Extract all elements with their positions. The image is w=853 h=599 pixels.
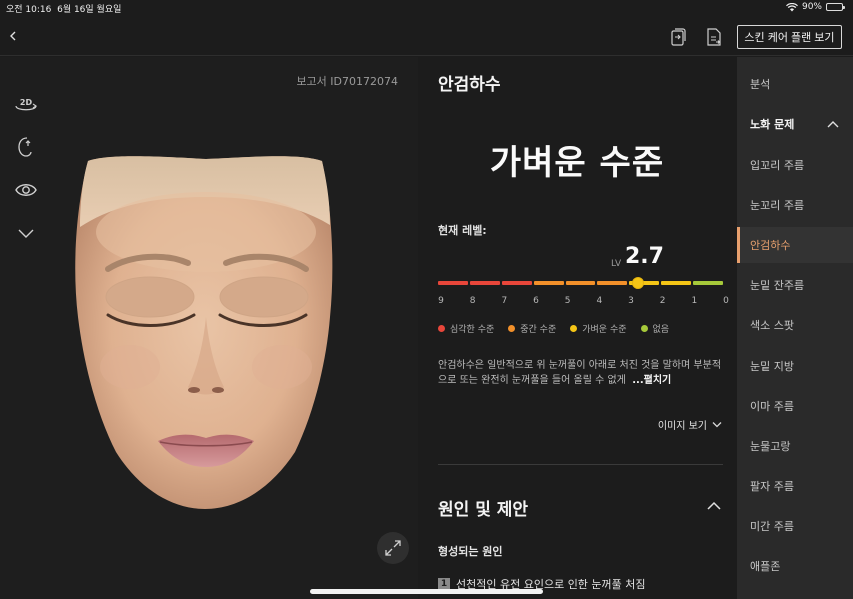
scale-tick: 7 <box>501 296 508 306</box>
current-level-label: 현재 레벨: <box>438 224 487 237</box>
legend-item: 중간 수준 <box>508 322 556 335</box>
back-chevron-icon[interactable] <box>5 26 21 46</box>
chevron-up-icon[interactable] <box>706 499 722 513</box>
legend-item: 없음 <box>640 322 670 335</box>
face-3d-model[interactable] <box>0 57 418 599</box>
scale-tick: 3 <box>628 296 634 306</box>
status-time: 오전 10:16 6월 16일 월요일 <box>6 5 122 15</box>
legend-label: 심각한 수준 <box>450 325 495 335</box>
scale-tick: 9 <box>438 296 444 306</box>
scale-segment <box>565 281 596 285</box>
image-view-toggle[interactable]: 이미지 보기 <box>658 417 722 432</box>
legend-item: 심각한 수준 <box>438 322 494 335</box>
sidebar-item-under-eye-fine-lines[interactable]: 눈밑 잔주름 <box>737 267 853 303</box>
home-indicator[interactable] <box>310 589 543 594</box>
scale-tick: 8 <box>469 296 476 306</box>
scale-segment <box>597 281 628 285</box>
sidebar-item-ptosis[interactable]: 안검하수 <box>737 227 853 263</box>
sidebar-item-tear-trough[interactable]: 눈물고랑 <box>737 428 853 464</box>
swap-report-icon[interactable] <box>668 26 688 48</box>
sidebar-item-eye-corner-wrinkles[interactable]: 눈꼬리 주름 <box>737 187 853 223</box>
scale-tick: 1 <box>691 296 698 306</box>
status-right: 90% <box>786 2 845 12</box>
level-scale <box>438 277 723 289</box>
sidebar-item-label: 미간 주름 <box>750 520 794 533</box>
description: 안검하수은 일반적으로 위 눈꺼풀이 아래로 처진 것을 말하며 부분적으로 또… <box>438 360 722 386</box>
expand-description-link[interactable]: ...펼치기 <box>632 375 671 386</box>
scale-segment <box>661 281 692 285</box>
top-nav: 스킨 케어 플랜 보기 <box>0 18 853 56</box>
sidebar-item-apple-zone[interactable]: 애플존 <box>737 548 853 584</box>
scale-tick: 5 <box>564 296 571 306</box>
sidebar-item-label: 노화 문제 <box>750 118 795 131</box>
legend-dot <box>438 325 445 332</box>
sidebar-item-pigment-spots[interactable]: 색소 스팟 <box>737 307 853 343</box>
legend-label: 중간 수준 <box>520 325 557 335</box>
sidebar-item-label: 애플존 <box>750 560 781 573</box>
sidebar-item-aging-issues[interactable]: 노화 문제 <box>737 106 853 142</box>
expand-fullscreen-button[interactable] <box>377 532 409 564</box>
status-bar: 오전 10:16 6월 16일 월요일 90% <box>0 0 853 16</box>
scale-tick: 2 <box>659 296 666 306</box>
scale-segment <box>693 281 723 285</box>
cause-title: 원인 및 제안 <box>438 500 529 520</box>
sidebar-item-label: 팔자 주름 <box>750 480 794 493</box>
cause-subtitle: 형성되는 원인 <box>438 545 503 558</box>
scale-tick: 6 <box>533 296 539 306</box>
sidebar-item-label: 눈꼬리 주름 <box>750 199 805 212</box>
sidebar-item-nasolabial-folds[interactable]: 팔자 주름 <box>737 468 853 504</box>
section-title: 안검하수 <box>438 75 501 95</box>
sidebar-item-label: 이마 주름 <box>750 400 794 413</box>
wifi-icon <box>786 2 798 11</box>
sidebar-item-label: 분석 <box>750 78 771 91</box>
image-view-label: 이미지 보기 <box>657 421 707 432</box>
scale-segment <box>533 281 564 285</box>
lv-label: LV <box>611 259 622 269</box>
sidebar-item-label: 눈밑 지방 <box>750 360 794 373</box>
scale-ticks: 9 8 7 6 5 4 3 2 1 0 <box>438 296 729 308</box>
sidebar-item-glabellar-wrinkles[interactable]: 미간 주름 <box>737 508 853 544</box>
skin-care-plan-button[interactable]: 스킨 케어 플랜 보기 <box>737 25 842 49</box>
legend-dot <box>570 325 578 332</box>
scale-tick: 0 <box>723 296 729 306</box>
category-sidebar: 분석노화 문제입꼬리 주름눈꼬리 주름안검하수눈밑 잔주름색소 스팟눈밑 지방이… <box>737 57 853 599</box>
legend-dot <box>508 325 516 332</box>
scale-segment <box>501 281 532 285</box>
battery-icon <box>826 3 845 11</box>
legend-label: 가벼운 수준 <box>582 325 627 335</box>
sidebar-item-label: 색소 스팟 <box>750 319 794 332</box>
analysis-content: 안검하수 가벼운 수준 현재 레벨: LV 2.7 9 8 7 6 5 4 3 2 1 0 심각한… <box>418 57 736 599</box>
sidebar-item-label: 눈물고랑 <box>750 440 791 453</box>
scale-legend: 심각한 수준 중간 수준 가벼운 수준 없음 <box>438 322 669 335</box>
scale-segment <box>438 281 468 285</box>
scale-tick: 4 <box>596 296 603 306</box>
level-marker <box>631 277 644 289</box>
expand-icon <box>385 540 401 556</box>
legend-item: 가벼운 수준 <box>570 322 627 335</box>
sidebar-item-analysis[interactable]: 분석 <box>737 66 853 102</box>
sidebar-item-label: 안검하수 <box>750 239 791 252</box>
sidebar-item-label: 입꼬리 주름 <box>750 159 805 172</box>
face-viewer-panel: 보고서 ID70172074 2D <box>0 57 418 599</box>
level-value: 2.7 <box>625 244 664 269</box>
divider <box>438 464 723 465</box>
sidebar-item-mouth-corner-wrinkles[interactable]: 입꼬리 주름 <box>737 147 853 183</box>
chevron-down-icon <box>712 422 722 428</box>
level-text: 가벼운 수준 <box>489 143 665 183</box>
scale-segment <box>469 281 500 285</box>
sidebar-item-under-eye-fat[interactable]: 눈밑 지방 <box>737 348 853 384</box>
chevron-up-icon <box>827 121 839 128</box>
legend-label: 없음 <box>652 325 670 335</box>
sidebar-item-label: 눈밑 잔주름 <box>750 279 805 292</box>
sidebar-item-forehead-wrinkles[interactable]: 이마 주름 <box>737 388 853 424</box>
legend-dot <box>640 325 648 332</box>
battery-percent: 90% <box>801 2 822 12</box>
export-document-icon[interactable] <box>704 26 724 48</box>
